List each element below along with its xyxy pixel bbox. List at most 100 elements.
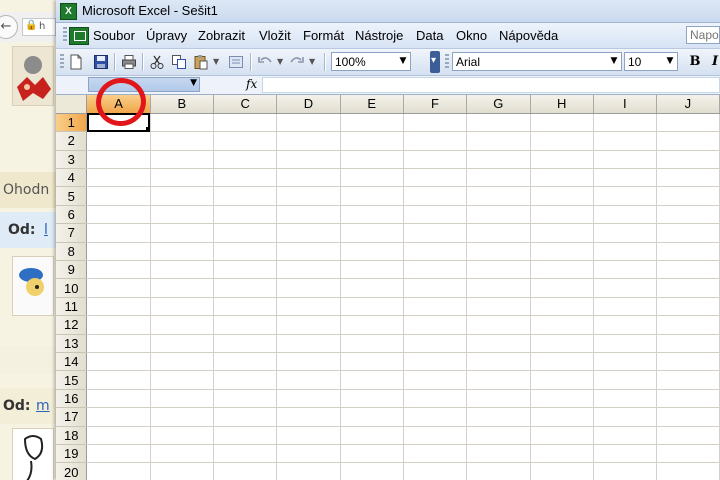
cell[interactable] <box>213 131 278 151</box>
cell[interactable] <box>340 131 404 151</box>
row-header-2[interactable]: 2 <box>56 131 88 151</box>
row-header-14[interactable]: 14 <box>56 352 88 372</box>
cell[interactable] <box>150 223 215 243</box>
cell[interactable] <box>213 168 278 188</box>
cell[interactable] <box>593 315 657 335</box>
cell[interactable] <box>530 334 594 353</box>
cell[interactable] <box>466 334 531 353</box>
cell[interactable] <box>466 168 531 188</box>
cell[interactable] <box>276 389 341 409</box>
cell[interactable] <box>530 150 594 170</box>
copy-icon[interactable] <box>169 52 189 72</box>
row-header-10[interactable]: 10 <box>56 278 88 298</box>
cell[interactable] <box>656 113 720 133</box>
bold-button[interactable]: B <box>686 53 704 71</box>
cell[interactable] <box>276 426 341 445</box>
cell[interactable] <box>466 223 531 243</box>
cell[interactable] <box>86 131 151 151</box>
cell[interactable] <box>656 297 720 317</box>
cell[interactable] <box>593 131 657 151</box>
paste-icon[interactable] <box>191 52 211 72</box>
cell[interactable] <box>466 260 531 280</box>
cell[interactable] <box>530 444 594 464</box>
cell[interactable] <box>340 223 404 243</box>
cell[interactable] <box>340 242 404 262</box>
cell[interactable] <box>593 389 657 409</box>
redo-icon[interactable] <box>287 52 307 72</box>
row-header-13[interactable]: 13 <box>56 334 88 353</box>
cell[interactable] <box>403 297 468 317</box>
cell[interactable] <box>466 462 531 480</box>
cell[interactable] <box>593 370 657 390</box>
redo-dropdown-icon[interactable]: ▼ <box>309 57 315 66</box>
cell[interactable] <box>213 297 278 317</box>
cell[interactable] <box>403 113 468 133</box>
row-header-20[interactable]: 20 <box>56 462 88 480</box>
save-icon[interactable] <box>91 52 111 72</box>
cell[interactable] <box>530 168 594 188</box>
cell[interactable] <box>276 444 341 464</box>
cell[interactable] <box>213 278 278 298</box>
cell[interactable] <box>403 223 468 243</box>
cell[interactable] <box>150 370 215 390</box>
cell[interactable] <box>530 389 594 409</box>
browser-address-bar[interactable]: 🔒 h <box>22 18 56 36</box>
menu-zobrazit[interactable]: Zobrazit <box>198 28 245 43</box>
cut-icon[interactable] <box>147 52 167 72</box>
cell[interactable] <box>530 223 594 243</box>
cell[interactable] <box>593 444 657 464</box>
row-header-8[interactable]: 8 <box>56 242 88 262</box>
active-cell[interactable] <box>86 113 151 133</box>
cell[interactable] <box>466 242 531 262</box>
cell[interactable] <box>593 168 657 188</box>
cell[interactable] <box>530 407 594 427</box>
menu-okno[interactable]: Okno <box>456 28 487 43</box>
cell[interactable] <box>593 113 657 133</box>
cell[interactable] <box>530 205 594 225</box>
cell[interactable] <box>656 370 720 390</box>
cell[interactable] <box>403 150 468 170</box>
cell[interactable] <box>213 315 278 335</box>
row-header-12[interactable]: 12 <box>56 315 88 335</box>
font-size-select[interactable]: 10 ▼ <box>624 52 678 71</box>
cell[interactable] <box>276 113 341 133</box>
cell[interactable] <box>340 186 404 206</box>
cell[interactable] <box>213 113 278 133</box>
cell[interactable] <box>213 389 278 409</box>
worksheet-grid[interactable]: ABCDEFGHIJ 1 2 3 4 5 6 7 8 9 10 11 12 13 14 15 16 17 18 19… <box>56 95 720 480</box>
cell[interactable] <box>403 389 468 409</box>
cell[interactable] <box>403 352 468 372</box>
cell[interactable] <box>276 370 341 390</box>
cell[interactable] <box>213 334 278 353</box>
cell[interactable] <box>213 205 278 225</box>
cell[interactable] <box>150 352 215 372</box>
cell[interactable] <box>213 150 278 170</box>
cell[interactable] <box>213 186 278 206</box>
cell[interactable] <box>403 426 468 445</box>
cell[interactable] <box>656 242 720 262</box>
cell[interactable] <box>276 131 341 151</box>
cell[interactable] <box>213 444 278 464</box>
cell[interactable] <box>150 260 215 280</box>
cell[interactable] <box>150 315 215 335</box>
cell[interactable] <box>656 462 720 480</box>
undo-icon[interactable] <box>255 52 275 72</box>
cell[interactable] <box>466 426 531 445</box>
row-header-4[interactable]: 4 <box>56 168 88 188</box>
name-box[interactable]: ▼ <box>88 77 200 92</box>
chevron-down-icon[interactable]: ▼ <box>190 78 197 88</box>
row-header-15[interactable]: 15 <box>56 370 88 390</box>
cell[interactable] <box>466 352 531 372</box>
column-header-b[interactable]: B <box>150 95 215 114</box>
cell[interactable] <box>150 389 215 409</box>
column-header-d[interactable]: D <box>276 95 341 114</box>
cell[interactable] <box>213 426 278 445</box>
cell[interactable] <box>530 113 594 133</box>
cell[interactable] <box>656 131 720 151</box>
cell[interactable] <box>656 315 720 335</box>
cell[interactable] <box>403 462 468 480</box>
cell[interactable] <box>593 278 657 298</box>
format-painter-icon[interactable] <box>226 52 246 72</box>
cell[interactable] <box>656 168 720 188</box>
cell[interactable] <box>340 297 404 317</box>
